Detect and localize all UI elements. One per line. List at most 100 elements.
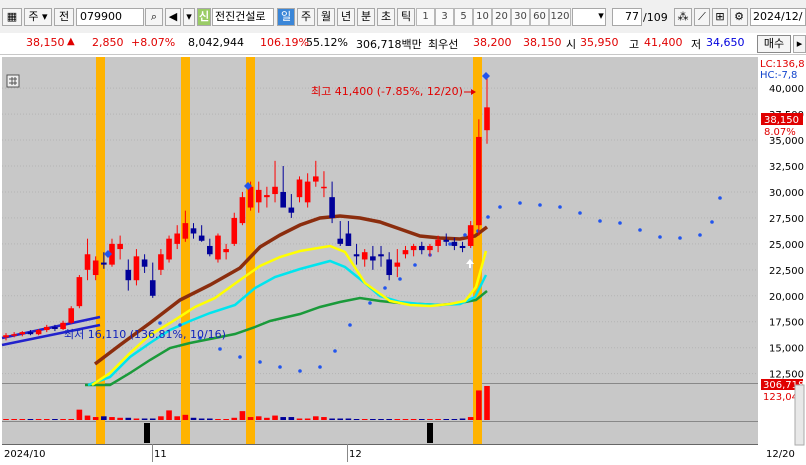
- period-week[interactable]: 주: [297, 8, 315, 26]
- chevron-down-icon[interactable]: ▾: [183, 8, 195, 26]
- candle-body: [296, 179, 303, 198]
- parabolic-dot: [383, 286, 387, 290]
- volume-bar: [410, 419, 417, 420]
- low-label: 저: [691, 38, 702, 51]
- low-annotation: 최저 16,110 (136.81%, 10/16): [64, 328, 226, 341]
- parabolic-dot: [598, 219, 602, 223]
- volume-bar: [52, 419, 58, 420]
- parabolic-dot: [718, 196, 722, 200]
- volume-bar: [280, 417, 286, 420]
- period-day[interactable]: 일: [277, 8, 295, 26]
- volume-bar: [361, 419, 368, 420]
- price-tag: 38,150: [764, 115, 799, 126]
- volume-bar: [353, 419, 360, 420]
- period-tick[interactable]: 틱: [397, 8, 415, 26]
- candle-body: [231, 217, 238, 244]
- volume-bar: [35, 419, 42, 420]
- volume-bar: [337, 418, 344, 420]
- change-percent: +8.07%: [131, 36, 176, 49]
- candle-body: [52, 326, 58, 330]
- stock-code-input[interactable]: 079900: [76, 8, 144, 26]
- volume-bar: [370, 419, 376, 420]
- volume-bar: [92, 417, 99, 420]
- open-label: 시: [566, 38, 577, 51]
- interval-1[interactable]: 1: [416, 8, 435, 26]
- candle-body: [264, 195, 270, 198]
- volume-bar: [215, 419, 221, 420]
- interval-30[interactable]: 30: [511, 8, 530, 26]
- volume-bar: [402, 419, 409, 420]
- gear-icon[interactable]: ⚙: [730, 8, 748, 26]
- sub-indicator-bar: [144, 423, 150, 443]
- parabolic-dot: [368, 301, 372, 305]
- candle-body: [443, 239, 450, 242]
- chart-canvas[interactable]: 12,50015,00017,50020,00022,50025,00027,5…: [0, 55, 806, 462]
- volume-bar: [27, 419, 34, 420]
- interval-60[interactable]: 60: [530, 8, 549, 26]
- period-month[interactable]: 월: [317, 8, 335, 26]
- candle-body: [35, 330, 42, 335]
- turnover: 55.12%: [306, 36, 348, 49]
- period-minute[interactable]: 분: [357, 8, 375, 26]
- y-tick-label: 25,000: [769, 240, 804, 251]
- scrollbar[interactable]: [794, 384, 805, 446]
- crosshair-icon[interactable]: ⊞: [712, 8, 728, 26]
- indicator-icon[interactable]: ⁂: [674, 8, 692, 26]
- volume-bar: [109, 417, 115, 420]
- candle-body: [182, 223, 189, 239]
- volume-bar: [133, 418, 140, 420]
- parabolic-dot: [578, 211, 582, 215]
- buy-button[interactable]: 매수: [757, 35, 791, 53]
- volume-bar: [435, 419, 441, 420]
- parabolic-dot: [658, 235, 662, 239]
- volume-bar: [43, 419, 50, 420]
- volume-bar: [149, 418, 156, 420]
- candle-body: [19, 332, 26, 335]
- volume-bar: [207, 418, 213, 420]
- mode-select[interactable]: 주 ▾: [24, 8, 52, 26]
- line-draw-icon[interactable]: ⟋: [694, 8, 710, 26]
- parabolic-dot: [558, 205, 562, 209]
- interval-3[interactable]: 3: [435, 8, 454, 26]
- parabolic-dot: [298, 369, 302, 373]
- period-second[interactable]: 초: [377, 8, 395, 26]
- volume-bar: [378, 419, 384, 420]
- search-icon[interactable]: ⌕: [145, 8, 163, 26]
- chart-settings-icon[interactable]: [6, 74, 20, 88]
- count-total: /109: [643, 11, 668, 24]
- volume-bar: [117, 417, 123, 420]
- volume-bar: [321, 417, 327, 420]
- chart-grid-icon[interactable]: ▦: [2, 8, 22, 26]
- volume-pane: [2, 384, 758, 421]
- volume-bar: [247, 417, 254, 420]
- candle-body: [288, 207, 295, 213]
- volume-bar: [386, 419, 392, 420]
- volume-bar: [255, 416, 262, 420]
- volume-bar: [182, 414, 189, 420]
- count-input[interactable]: 77: [612, 8, 642, 26]
- candle-body: [345, 233, 352, 246]
- chevron-down-icon[interactable]: ▾: [595, 8, 607, 26]
- volume-bar: [231, 417, 238, 420]
- volume-bar: [141, 418, 148, 420]
- expand-icon[interactable]: ▸: [793, 35, 806, 53]
- candle-body: [11, 334, 17, 336]
- market-button[interactable]: 전: [54, 8, 74, 26]
- interval-120[interactable]: 120: [549, 8, 571, 26]
- candle-body: [117, 243, 123, 250]
- date-input[interactable]: 2024/12/: [750, 8, 806, 26]
- volume-bar: [427, 419, 433, 420]
- interval-10[interactable]: 10: [473, 8, 492, 26]
- candle-body: [386, 259, 392, 276]
- speaker-icon[interactable]: ◀: [165, 8, 181, 26]
- best-ask: 38,200: [473, 36, 512, 49]
- candle-body: [76, 277, 83, 307]
- volume-bar: [467, 417, 474, 420]
- interval-5[interactable]: 5: [454, 8, 473, 26]
- interval-20[interactable]: 20: [492, 8, 511, 26]
- volume-bar: [11, 419, 17, 420]
- volume-bar: [84, 415, 91, 420]
- volume-bar: [304, 418, 311, 420]
- candle-body: [247, 186, 254, 208]
- period-year[interactable]: 년: [337, 8, 355, 26]
